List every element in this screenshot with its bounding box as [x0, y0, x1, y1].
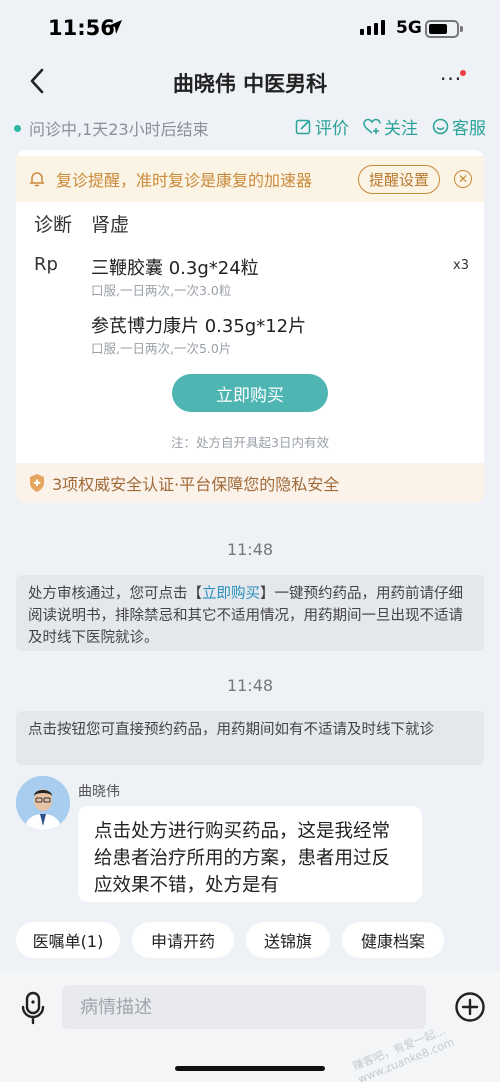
security-banner: 3项权威安全认证·平台保障您的隐私安全 — [16, 463, 484, 503]
status-time: 11:56 — [48, 16, 115, 40]
message-bubble: 点击处方进行购买药品，这是我经常给患者治疗所用的方案，患者用过反应效果不错，处方… — [78, 806, 422, 902]
close-icon[interactable]: ✕ — [454, 170, 472, 188]
request-prescription-chip[interactable]: 申请开药 — [132, 922, 234, 958]
system-message: 点击按钮您可直接预约药品，用药期间如有不适请及时线下就诊 — [16, 711, 484, 765]
health-record-chip[interactable]: 健康档案 — [342, 922, 444, 958]
back-icon[interactable] — [24, 66, 52, 96]
drug-quantity: x3 — [453, 258, 469, 273]
doctor-avatar[interactable] — [16, 776, 70, 830]
buy-now-link[interactable]: 立即购买 — [202, 586, 260, 602]
medical-order-chip[interactable]: 医嘱单(1) — [16, 922, 120, 958]
revisit-reminder: 复诊提醒，准时复诊是康复的加速器 提醒设置 ✕ — [16, 156, 484, 202]
network-type: 5G — [396, 18, 422, 38]
location-arrow-icon — [108, 20, 122, 34]
rate-button[interactable]: 评价 — [295, 114, 349, 139]
reminder-settings-button[interactable]: 提醒设置 — [357, 164, 440, 194]
security-text: 3项权威安全认证·平台保障您的隐私安全 — [52, 475, 340, 494]
diagnosis-label: 诊断 — [34, 214, 73, 236]
validity-note: 注：处方自开具起3日内有效 — [171, 435, 329, 450]
microphone-icon[interactable] — [20, 991, 46, 1025]
consult-actions: 评价 关注 客服 — [295, 114, 486, 139]
follow-button[interactable]: 关注 — [363, 114, 418, 139]
bell-icon — [29, 172, 45, 187]
symptom-input[interactable] — [62, 985, 426, 1029]
consult-status: 问诊中,1天23小时后结束 — [14, 116, 209, 140]
rp-label: Rp — [34, 254, 58, 275]
shield-plus-icon — [30, 474, 44, 492]
more-menu-icon[interactable]: ··· — [438, 69, 468, 90]
edit-icon — [295, 119, 311, 135]
signal-icon — [360, 20, 385, 35]
diagnosis-value: 肾虚 — [91, 214, 130, 236]
system-message: 处方审核通过，您可点击【立即购买】一键预约药品，用药前请仔细阅读说明书，排除禁忌… — [16, 575, 484, 651]
drug-name: 三鞭胶囊 0.3g*24粒 — [91, 258, 259, 279]
drug-name: 参芪博力康片 0.35g*12片 — [91, 316, 307, 337]
smile-icon — [432, 118, 449, 135]
notification-dot — [460, 70, 466, 76]
drug-usage: 口服,一日两次,一次5.0片 — [91, 341, 232, 356]
sender-name: 曲晓伟 — [78, 784, 120, 800]
chat-timestamp: 11:48 — [226, 540, 274, 559]
send-banner-chip[interactable]: 送锦旗 — [246, 922, 330, 958]
doctor-portrait-icon — [16, 776, 70, 830]
prescription-card: 复诊提醒，准时复诊是康复的加速器 提醒设置 ✕ 诊断 肾虚 Rp 三鞭胶囊 0.… — [16, 150, 484, 502]
page-title: 曲晓伟 中医男科 — [172, 72, 328, 96]
consult-status-text: 问诊中,1天23小时后结束 — [29, 120, 209, 139]
drug-usage: 口服,一日两次,一次3.0粒 — [91, 283, 232, 298]
customer-service-button[interactable]: 客服 — [432, 114, 486, 139]
chat-timestamp: 11:48 — [226, 676, 274, 695]
heart-plus-icon — [363, 118, 381, 134]
buy-now-button[interactable]: 立即购买 — [172, 374, 328, 412]
battery-icon — [425, 20, 463, 38]
home-indicator — [175, 1066, 325, 1071]
status-dot-icon — [14, 124, 21, 132]
reminder-text: 复诊提醒，准时复诊是康复的加速器 — [56, 171, 313, 190]
